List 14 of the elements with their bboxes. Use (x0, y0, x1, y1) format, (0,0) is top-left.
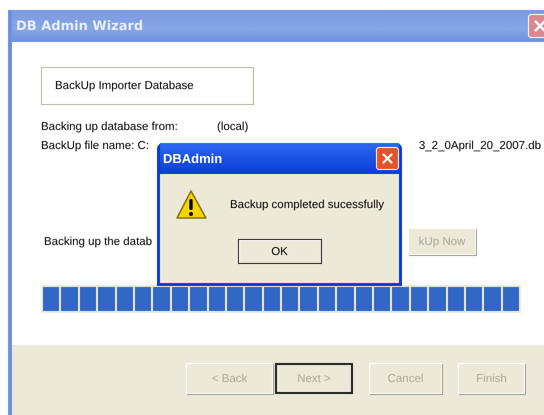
file-name-value: 3_2_0April_20_2007.db (418, 140, 541, 152)
warning-icon (174, 189, 208, 221)
source-label: Backing up database from: (41, 121, 179, 133)
dialog-message: Backup completed sucessfully (230, 199, 384, 211)
source-value: (local) (217, 121, 248, 133)
dialog-title: DBAdmin (163, 151, 222, 166)
dialog-close-button[interactable] (376, 147, 399, 170)
close-icon (533, 19, 544, 33)
status-label: Backing up the datab (44, 236, 152, 248)
section-title: BackUp Importer Database (55, 80, 194, 92)
file-name-label: BackUp file name: C: (41, 140, 150, 152)
close-icon (381, 152, 394, 165)
ok-button[interactable]: OK (238, 239, 322, 264)
window-title: DB Admin Wizard (16, 18, 144, 34)
